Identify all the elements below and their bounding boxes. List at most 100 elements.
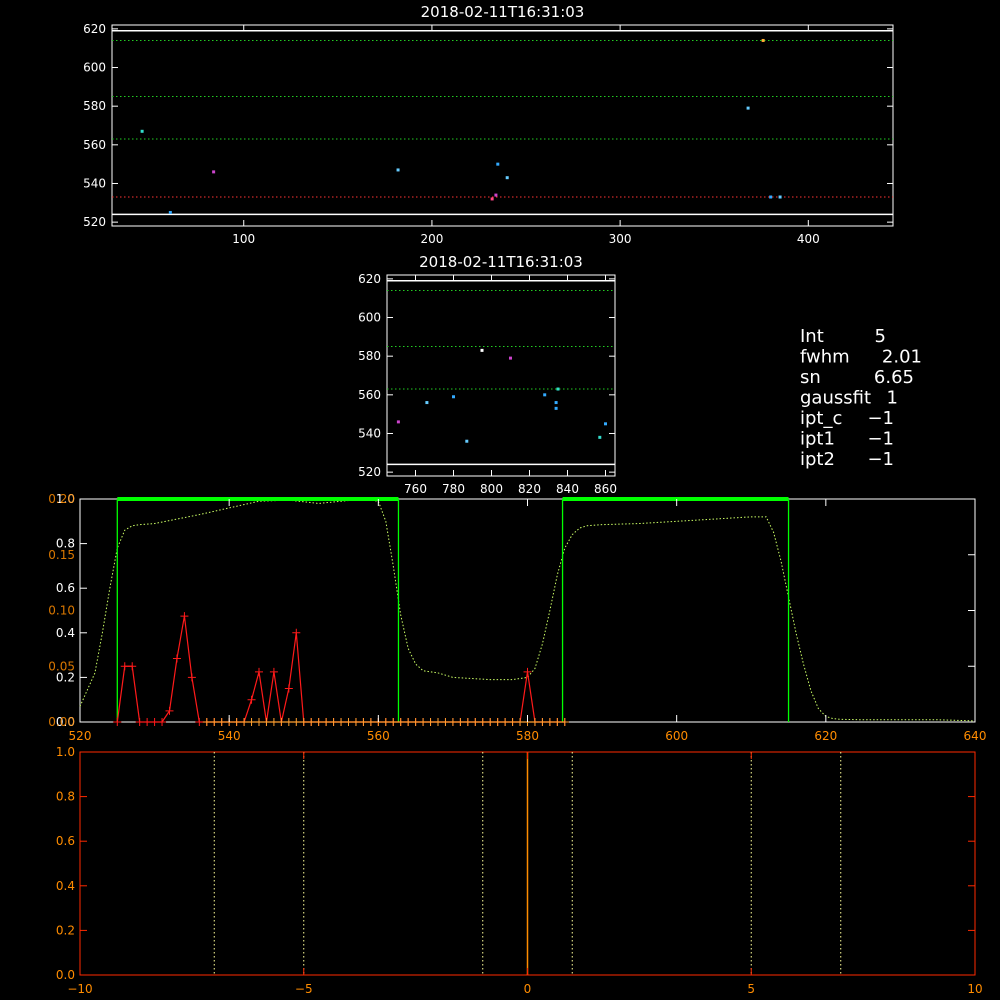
x-tick-label: −5 [295,982,313,996]
plot-frame [79,498,976,723]
data-point [543,393,547,397]
series-marker [277,718,286,726]
y-tick-label: 0.4 [56,626,75,640]
stat-label: sn [800,367,821,388]
series-marker [344,718,353,726]
y-tick-label: 0.6 [56,581,75,595]
x-tick-label: 400 [797,232,820,246]
series-marker [411,718,420,726]
data-point [598,435,602,439]
stat-value: −1 [867,408,894,429]
x-tick-label: 840 [556,482,579,496]
series-marker [232,718,241,726]
y-tick-label: 540 [358,426,381,440]
series-marker [195,718,204,726]
y-tick-label-secondary: 0.00 [48,715,75,729]
chart-title: 2018-02-11T16:31:03 [421,3,585,21]
series-marker [516,718,525,726]
x-tick-label: 780 [442,482,465,496]
data-point [496,162,500,166]
stat-value: −1 [867,429,894,450]
series-marker [359,718,368,726]
x-tick-label: 580 [516,729,539,743]
stat-value: 6.65 [874,367,914,388]
x-tick-label: 5 [747,982,755,996]
data-point [554,406,558,410]
stat-label: fwhm [800,347,850,368]
series-marker [158,718,167,726]
series-marker [456,718,465,726]
series-marker [366,718,375,726]
y-tick-label: 540 [83,176,106,190]
y-tick-label: 0.0 [56,968,75,982]
y-tick-label: 560 [358,388,381,402]
series-marker [292,718,301,726]
series-marker [307,718,316,726]
plot-frame [111,24,894,227]
series-marker [441,718,450,726]
series-marker [545,718,554,726]
y-tick-label: 1.0 [56,745,75,759]
data-point [396,420,400,424]
series-marker [538,718,547,726]
series-marker [501,718,510,726]
data-point [480,348,484,352]
series-marker [299,718,308,726]
x-tick-label: 760 [404,482,427,496]
y-tick-label: 600 [358,311,381,325]
data-point [465,439,469,443]
stat-label: gaussfit [800,388,871,409]
data-point [505,176,509,180]
x-tick-label: 540 [218,729,241,743]
x-tick-label: 860 [594,482,617,496]
series-marker [337,718,346,726]
series-marker [150,718,159,726]
series-marker [247,695,256,704]
stat-label: ipt2 [800,449,835,470]
series-marker [187,673,196,682]
y-tick-label-secondary: 0.15 [48,548,75,562]
series-line [116,615,565,723]
series-marker [426,718,435,726]
y-tick-label: 0.2 [56,923,75,937]
series-marker [463,718,472,726]
y-tick-label: 620 [83,22,106,36]
x-tick-label: 600 [665,729,688,743]
x-tick-label: 620 [814,729,837,743]
stat-label: ipt1 [800,429,835,450]
series-marker [113,718,122,726]
stat-label: ipt_c [800,408,842,429]
y-tick-label-secondary: 0.20 [48,492,75,506]
series-marker [434,718,442,726]
series-marker [172,654,181,663]
series-marker [269,667,278,676]
series-marker [471,718,480,726]
y-tick-label-secondary: 0.10 [48,604,75,618]
y-tick-label: 620 [358,272,381,286]
x-tick-label: 10 [967,982,982,996]
series-marker [120,662,129,671]
series-marker [135,718,144,726]
data-point [452,395,455,399]
y-tick-label: 520 [358,465,381,479]
y-tick-label-secondary: 0.05 [48,659,75,673]
series-marker [255,718,263,726]
data-point [769,195,773,199]
stat-value: 2.01 [882,347,922,368]
series-marker [381,718,390,726]
series-marker [553,718,562,726]
y-tick-label: 580 [83,99,106,113]
series-marker [448,718,457,726]
y-tick-label: 600 [83,61,106,75]
series-marker [523,667,532,676]
series-marker [530,718,539,726]
lag-panel: 0.0 0.2 0.4 0.6 0.8 1.0 −10 −5 0 5 10 [56,745,983,996]
series-marker [419,718,428,726]
data-point [746,106,750,110]
stat-label: Int [800,326,824,347]
x-tick-label: 100 [232,232,255,246]
data-point [490,197,494,201]
stats-panel: Int 5 fwhm 2.01 sn 6.65gaussfit 1 ipt_c −1 ipt1 −1… [800,326,922,470]
data-point [761,38,765,42]
data-point [212,170,216,174]
